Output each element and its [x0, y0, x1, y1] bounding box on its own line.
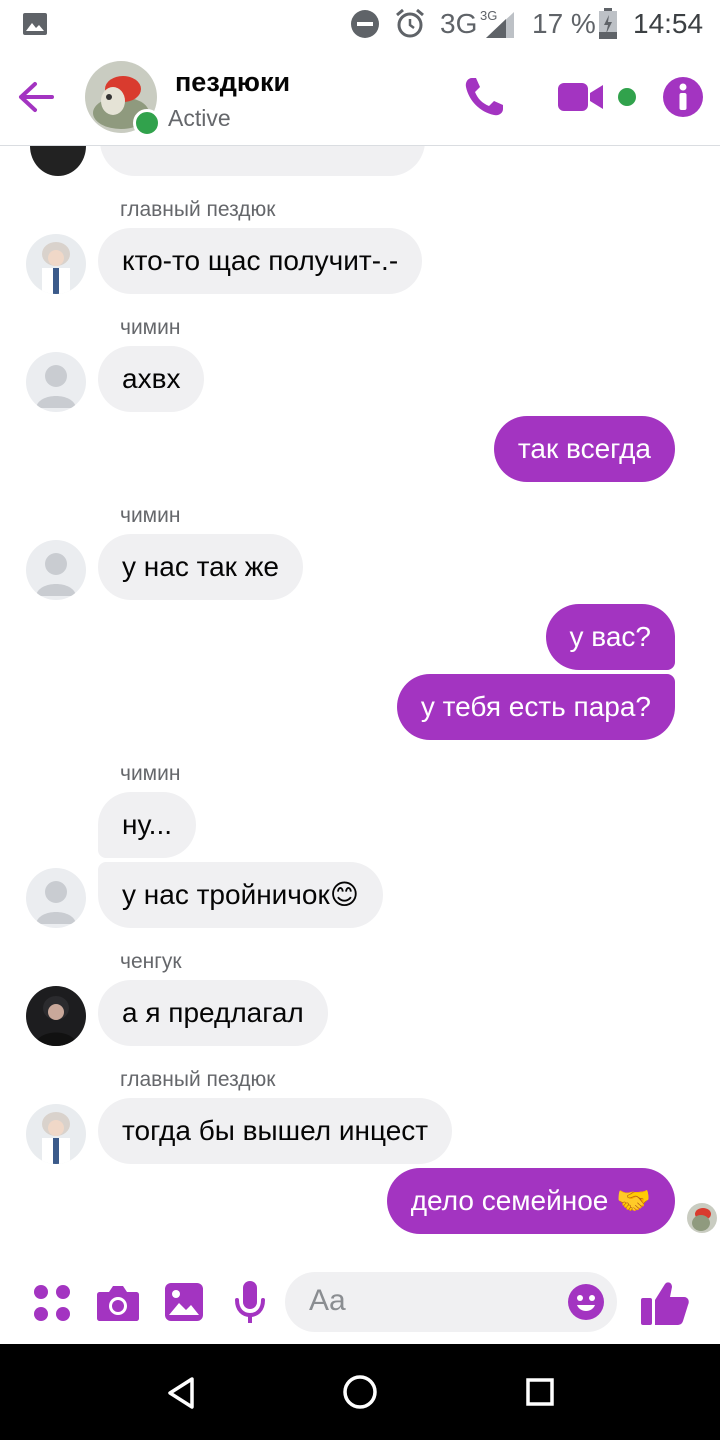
home-circle-icon[interactable] — [342, 1374, 378, 1410]
message-bubble-outgoing[interactable]: дело семейное 🤝 — [386, 1168, 675, 1234]
battery-icon — [599, 8, 617, 39]
avatar-chimin[interactable] — [26, 540, 86, 600]
avatar — [30, 146, 86, 176]
camera-icon[interactable] — [96, 1284, 140, 1322]
message-bubble[interactable]: ну... — [98, 792, 196, 858]
message-bubble[interactable]: у нас так же — [98, 534, 304, 600]
message-bubble[interactable]: кто-то щас получит-.- — [98, 228, 423, 294]
message-input[interactable]: Aa — [285, 1272, 617, 1332]
message-bubble-outgoing[interactable]: у тебя есть пара? — [396, 674, 675, 740]
sender-name: ченгук — [120, 950, 182, 973]
recents-square-icon[interactable] — [526, 1378, 554, 1406]
sender-name: чимин — [120, 504, 181, 527]
emoji-icon[interactable] — [567, 1283, 605, 1321]
signal-icon — [486, 12, 514, 38]
conversation-header: пездюки Active — [0, 50, 720, 146]
thumbs-up-icon[interactable] — [640, 1280, 690, 1326]
image-icon[interactable] — [164, 1282, 204, 1322]
battery-percent: 17 % — [532, 8, 596, 39]
network-type: 3G — [440, 8, 478, 39]
message-bubble[interactable]: а я предлагал — [98, 980, 328, 1046]
message-bubble-clipped — [100, 146, 425, 176]
avatar-glavny[interactable] — [26, 1104, 86, 1164]
system-nav-bar — [0, 1344, 720, 1440]
active-status: Active — [168, 105, 231, 131]
message-bubble-outgoing[interactable]: у вас? — [545, 604, 675, 670]
message-bubble[interactable]: тогда бы вышел инцест — [98, 1098, 453, 1164]
avatar-chimin[interactable] — [26, 352, 86, 412]
conversation-title[interactable]: пездюки — [175, 67, 290, 98]
online-dot — [133, 109, 161, 137]
avatar-chenguk[interactable] — [26, 986, 86, 1046]
back-triangle-icon[interactable] — [166, 1376, 196, 1410]
sender-name: чимин — [120, 762, 181, 785]
alarm-icon — [396, 8, 424, 38]
video-icon[interactable] — [556, 81, 606, 113]
sender-name: чимин — [120, 316, 181, 339]
sender-name: главный пездюк — [120, 1068, 276, 1091]
sender-name: главный пездюк — [120, 198, 276, 221]
back-arrow-icon[interactable] — [18, 81, 54, 113]
message-placeholder: Aa — [309, 1284, 346, 1317]
clock: 14:54 — [633, 8, 704, 39]
gallery-icon — [23, 13, 47, 35]
mic-icon[interactable] — [233, 1280, 267, 1326]
phone-icon[interactable] — [462, 75, 506, 119]
dnd-icon — [351, 10, 379, 38]
seen-avatar — [687, 1203, 717, 1233]
avatar-chimin[interactable] — [26, 868, 86, 928]
message-bubble-outgoing[interactable]: так всегда — [493, 416, 675, 482]
info-icon[interactable] — [662, 76, 704, 118]
apps-icon[interactable] — [33, 1284, 71, 1322]
status-bar: 3G 3G 17 % 14:54 — [0, 0, 720, 50]
message-bubble[interactable]: у нас тройничок😊 — [98, 862, 383, 928]
message-bubble[interactable]: ахвх — [98, 346, 205, 412]
video-active-dot — [618, 88, 636, 106]
avatar-glavny[interactable] — [26, 234, 86, 294]
